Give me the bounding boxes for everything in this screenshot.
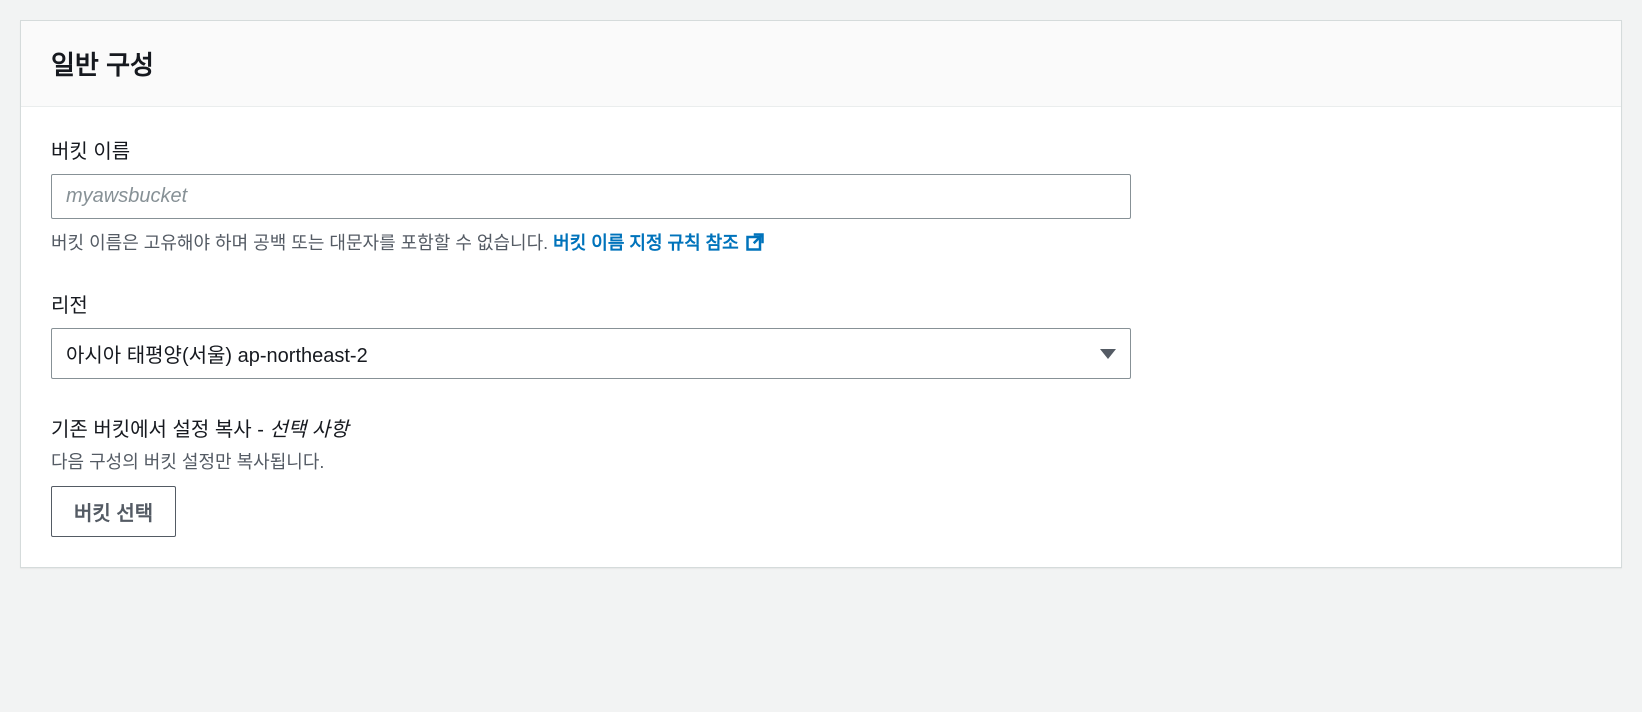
panel-header: 일반 구성 — [21, 21, 1621, 107]
bucket-name-input[interactable] — [51, 174, 1131, 219]
bucket-naming-rules-link-text: 버킷 이름 지정 규칙 참조 — [553, 229, 739, 255]
copy-settings-description: 다음 구성의 버킷 설정만 복사됩니다. — [51, 448, 1131, 474]
bucket-naming-rules-link[interactable]: 버킷 이름 지정 규칙 참조 — [553, 229, 765, 255]
copy-settings-label-optional: 선택 사항 — [269, 419, 348, 441]
external-link-icon — [745, 232, 765, 252]
region-group: 리전 아시아 태평양(서울) ap-northeast-2 — [51, 289, 1131, 379]
chevron-down-icon — [1100, 349, 1116, 359]
copy-settings-label: 기존 버킷에서 설정 복사 - 선택 사항 — [51, 413, 1131, 442]
region-select-wrapper: 아시아 태평양(서울) ap-northeast-2 — [51, 328, 1131, 379]
copy-settings-label-main: 기존 버킷에서 설정 복사 - — [51, 419, 269, 441]
bucket-name-group: 버킷 이름 버킷 이름은 고유해야 하며 공백 또는 대문자를 포함할 수 없습… — [51, 135, 1131, 255]
copy-settings-group: 기존 버킷에서 설정 복사 - 선택 사항 다음 구성의 버킷 설정만 복사됩니… — [51, 413, 1131, 537]
general-config-panel: 일반 구성 버킷 이름 버킷 이름은 고유해야 하며 공백 또는 대문자를 포함… — [20, 20, 1622, 568]
region-select-value: 아시아 태평양(서울) ap-northeast-2 — [66, 339, 368, 368]
choose-bucket-button[interactable]: 버킷 선택 — [51, 486, 176, 537]
region-select[interactable]: 아시아 태평양(서울) ap-northeast-2 — [51, 328, 1131, 379]
panel-title: 일반 구성 — [51, 45, 1591, 82]
region-label: 리전 — [51, 289, 1131, 318]
bucket-name-label: 버킷 이름 — [51, 135, 1131, 164]
panel-body: 버킷 이름 버킷 이름은 고유해야 하며 공백 또는 대문자를 포함할 수 없습… — [21, 107, 1621, 567]
bucket-name-help: 버킷 이름은 고유해야 하며 공백 또는 대문자를 포함할 수 없습니다. 버킷… — [51, 229, 1131, 255]
bucket-name-help-text: 버킷 이름은 고유해야 하며 공백 또는 대문자를 포함할 수 없습니다. — [51, 233, 553, 253]
